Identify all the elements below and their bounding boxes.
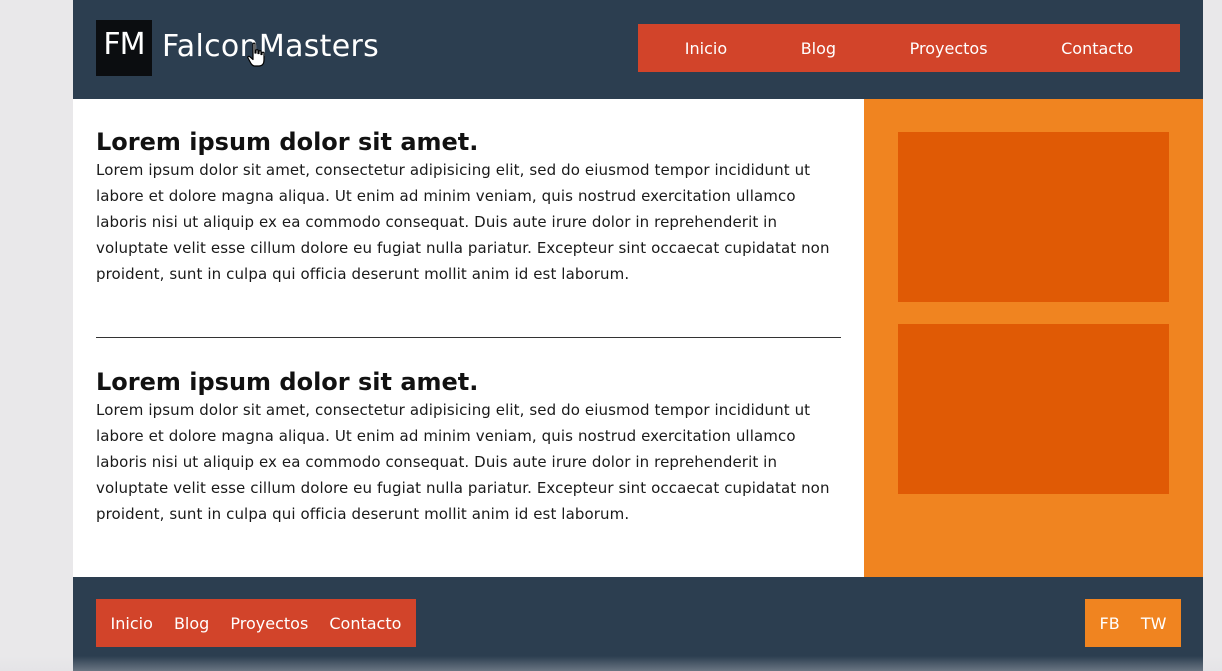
- sidebar-widget-2: [898, 324, 1169, 494]
- brand-name[interactable]: FalconMasters: [162, 29, 379, 64]
- article-1: Lorem ipsum dolor sit amet. Lorem ipsum …: [96, 127, 841, 287]
- top-nav: Inicio Blog Proyectos Contacto: [638, 24, 1180, 72]
- twitter-link[interactable]: TW: [1141, 614, 1167, 633]
- footer-nav: Inicio Blog Proyectos Contacto: [96, 599, 416, 647]
- article-body: Lorem ipsum dolor sit amet, consectetur …: [96, 161, 830, 283]
- site-footer: Inicio Blog Proyectos Contacto FB TW: [73, 577, 1203, 671]
- logo-text: FM: [103, 27, 145, 62]
- article-body: Lorem ipsum dolor sit amet, consectetur …: [96, 401, 830, 523]
- article-title: Lorem ipsum dolor sit amet.: [96, 128, 479, 156]
- footer-nav-contacto[interactable]: Contacto: [329, 614, 401, 633]
- site-header: FM FalconMasters Inicio Blog Proyectos C…: [73, 0, 1203, 99]
- article-2: Lorem ipsum dolor sit amet. Lorem ipsum …: [96, 367, 841, 527]
- hand-pointer-icon: [247, 42, 265, 67]
- top-nav-contacto[interactable]: Contacto: [1061, 39, 1133, 58]
- footer-nav-inicio[interactable]: Inicio: [111, 614, 153, 633]
- social-links: FB TW: [1085, 599, 1181, 647]
- sidebar-widget-1: [898, 132, 1169, 302]
- facebook-link[interactable]: FB: [1100, 614, 1120, 633]
- main-content: Lorem ipsum dolor sit amet. Lorem ipsum …: [73, 99, 864, 577]
- top-nav-proyectos[interactable]: Proyectos: [910, 39, 988, 58]
- page: FM FalconMasters Inicio Blog Proyectos C…: [73, 0, 1203, 671]
- top-nav-inicio[interactable]: Inicio: [685, 39, 727, 58]
- sidebar: [864, 99, 1203, 577]
- article-title: Lorem ipsum dolor sit amet.: [96, 368, 479, 396]
- footer-nav-blog[interactable]: Blog: [174, 614, 209, 633]
- footer-nav-proyectos[interactable]: Proyectos: [230, 614, 308, 633]
- top-nav-blog[interactable]: Blog: [801, 39, 836, 58]
- logo[interactable]: FM: [96, 20, 152, 76]
- article-divider: [96, 337, 841, 338]
